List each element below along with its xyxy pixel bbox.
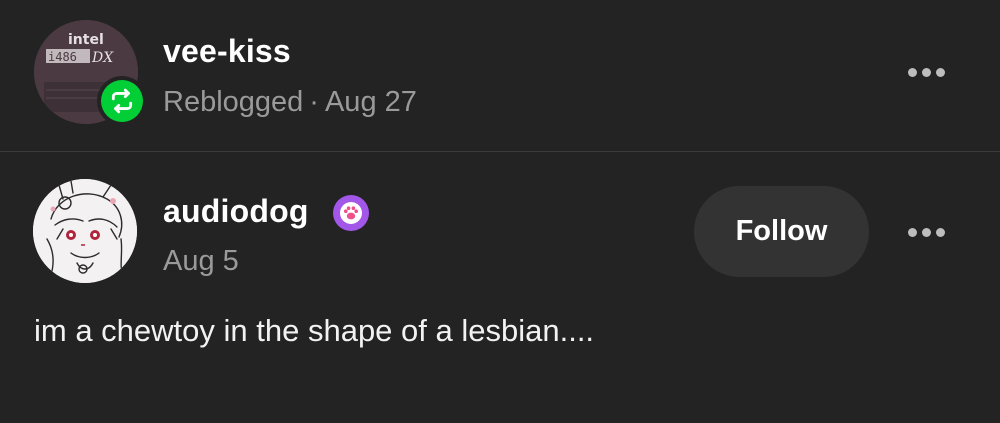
follow-button[interactable]: Follow (694, 186, 869, 277)
reblogger-username[interactable]: vee-kiss (163, 33, 291, 70)
avatar-model-text: i486 (48, 50, 77, 64)
reblogger-avatar-group[interactable]: intel i486 DX (34, 20, 147, 130)
post-more-button[interactable] (898, 212, 954, 252)
reblog-badge (97, 76, 147, 126)
more-dot (935, 67, 945, 77)
author-avatar[interactable] (33, 179, 137, 283)
meta-separator: · (309, 86, 319, 118)
reblog-header: intel i486 DX vee-kiss Reblogged · Aug 27 (0, 0, 1000, 151)
avatar-suffix-text: DX (91, 50, 114, 66)
reblog-meta: Reblogged · Aug 27 (163, 86, 417, 119)
divider (0, 151, 1000, 152)
post-body-text: im a chewtoy in the shape of a lesbian..… (34, 313, 595, 348)
sketch-avatar-image (33, 179, 137, 283)
paw-icon[interactable] (333, 195, 369, 231)
more-horizontal-icon (907, 227, 917, 237)
post-card: intel i486 DX vee-kiss Reblogged · Aug 27 (0, 0, 1000, 423)
author-username[interactable]: audiodog (163, 193, 309, 230)
reblog-more-button[interactable] (898, 52, 954, 92)
more-dot (935, 227, 945, 237)
avatar-brand-text: intel (68, 32, 104, 48)
post-date[interactable]: Aug 5 (163, 245, 239, 278)
reblog-action: Reblogged (163, 86, 304, 118)
reblog-date[interactable]: Aug 27 (325, 86, 417, 118)
more-dot (921, 67, 931, 77)
more-horizontal-icon (907, 67, 917, 77)
more-dot (921, 227, 931, 237)
reblog-icon (101, 80, 143, 122)
